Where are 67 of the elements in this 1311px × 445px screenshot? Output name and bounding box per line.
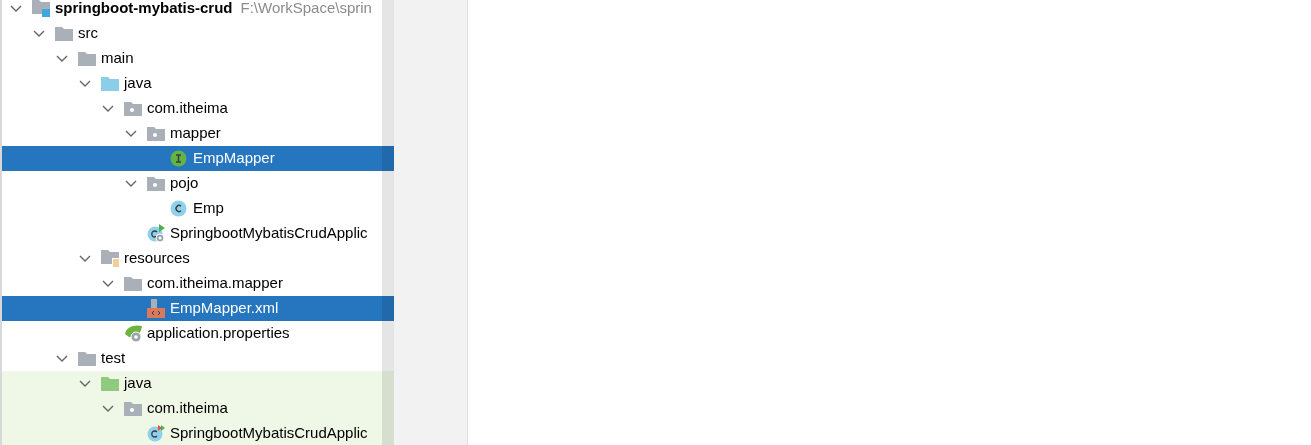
tree-item[interactable]: Emp bbox=[2, 196, 394, 221]
folder-icon bbox=[101, 76, 119, 91]
package-icon bbox=[147, 176, 165, 191]
item-label: com.itheima.mapper bbox=[147, 273, 283, 294]
item-label: pojo bbox=[170, 173, 199, 194]
item-label: springboot-mybatis-crud bbox=[55, 0, 233, 19]
chevron-down-icon[interactable] bbox=[102, 279, 114, 288]
folder-icon bbox=[55, 26, 73, 41]
xml-file-icon bbox=[147, 299, 165, 318]
folder-icon bbox=[124, 276, 142, 291]
item-label: java bbox=[124, 373, 152, 394]
interface-icon bbox=[170, 150, 187, 167]
package-icon bbox=[147, 126, 165, 141]
chevron-down-icon[interactable] bbox=[79, 79, 91, 88]
test-class-icon bbox=[147, 424, 166, 443]
folder-icon bbox=[101, 376, 119, 391]
tree-item[interactable]: EmpMapper bbox=[2, 146, 394, 171]
tree-item[interactable]: com.itheima bbox=[2, 396, 394, 421]
tree-item[interactable]: test bbox=[2, 346, 394, 371]
chevron-down-icon[interactable] bbox=[33, 29, 45, 38]
class-icon bbox=[170, 200, 187, 217]
tree-item[interactable]: SpringbootMybatisCrudApplic bbox=[2, 221, 394, 246]
chevron-down-icon[interactable] bbox=[102, 404, 114, 413]
package-icon bbox=[124, 101, 142, 116]
chevron-down-icon[interactable] bbox=[10, 4, 22, 13]
folder-icon bbox=[78, 51, 96, 66]
chevron-down-icon[interactable] bbox=[125, 179, 137, 188]
item-label: Emp bbox=[193, 198, 224, 219]
package-icon bbox=[124, 401, 142, 416]
tree-item[interactable]: java bbox=[2, 371, 394, 396]
folder-icon bbox=[78, 351, 96, 366]
item-label: SpringbootMybatisCrudApplic bbox=[170, 423, 368, 444]
item-label: resources bbox=[124, 248, 190, 269]
chevron-down-icon[interactable] bbox=[102, 104, 114, 113]
tree-item[interactable]: pojo bbox=[2, 171, 394, 196]
chevron-down-icon[interactable] bbox=[125, 129, 137, 138]
item-label: EmpMapper bbox=[193, 148, 275, 169]
chevron-down-icon[interactable] bbox=[79, 379, 91, 388]
chevron-down-icon[interactable] bbox=[56, 54, 68, 63]
item-label: com.itheima bbox=[147, 398, 228, 419]
item-label: src bbox=[78, 23, 98, 44]
item-label: EmpMapper.xml bbox=[170, 298, 279, 319]
chevron-down-icon[interactable] bbox=[56, 354, 68, 363]
module-folder-icon bbox=[32, 0, 50, 17]
item-label: mapper bbox=[170, 123, 221, 144]
tree-item[interactable]: EmpMapper.xml bbox=[2, 296, 394, 321]
item-label: java bbox=[124, 73, 152, 94]
item-path: F:\WorkSpace\sprin bbox=[240, 0, 372, 19]
tree-item[interactable]: java bbox=[2, 71, 394, 96]
run-class-icon bbox=[147, 224, 166, 243]
tree-item[interactable]: mapper bbox=[2, 121, 394, 146]
item-label: test bbox=[101, 348, 126, 369]
tree-item[interactable]: springboot-mybatis-crud F:\WorkSpace\sprin bbox=[2, 0, 394, 21]
tree-item[interactable]: src bbox=[2, 21, 394, 46]
item-label: main bbox=[101, 48, 134, 69]
item-label: com.itheima bbox=[147, 98, 228, 119]
tree-item[interactable]: com.itheima bbox=[2, 96, 394, 121]
tree-item[interactable]: application.properties bbox=[2, 321, 394, 346]
chevron-down-icon[interactable] bbox=[79, 254, 91, 263]
item-label: SpringbootMybatisCrudApplic bbox=[170, 223, 368, 244]
tree-item[interactable]: com.itheima.mapper bbox=[2, 271, 394, 296]
tree-item[interactable]: resources bbox=[2, 246, 394, 271]
spring-leaf-icon bbox=[124, 324, 144, 343]
tree-item[interactable]: SpringbootMybatisCrudApplic bbox=[2, 421, 394, 445]
tree-item[interactable]: main bbox=[2, 46, 394, 71]
resources-folder-icon bbox=[101, 250, 119, 267]
item-label: application.properties bbox=[147, 323, 290, 344]
